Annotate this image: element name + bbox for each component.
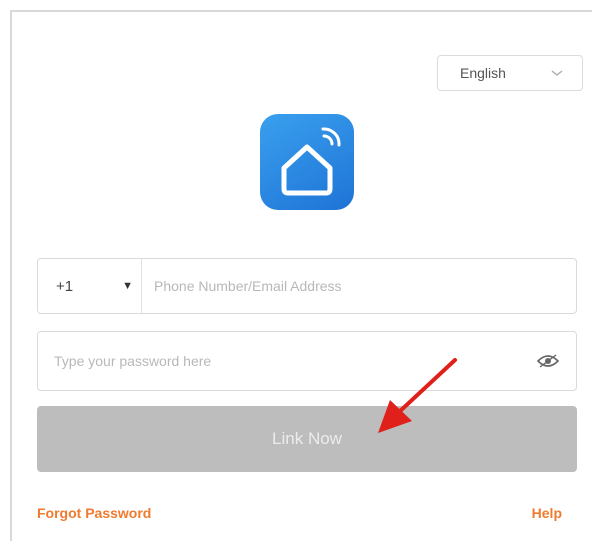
account-field: +1 ▼	[37, 258, 577, 314]
app-logo	[260, 114, 354, 210]
smart-home-icon	[281, 127, 341, 196]
password-field	[37, 331, 577, 391]
help-link[interactable]: Help	[532, 505, 562, 521]
password-input[interactable]	[38, 332, 528, 390]
caret-down-icon: ▼	[122, 280, 133, 292]
forgot-password-link[interactable]: Forgot Password	[37, 505, 151, 521]
chevron-down-icon	[551, 70, 563, 76]
country-code-value: +1	[56, 277, 74, 295]
eye-icon[interactable]	[528, 354, 568, 368]
language-select[interactable]: English	[437, 55, 583, 91]
country-code-select[interactable]: +1 ▼	[38, 259, 142, 313]
language-value: English	[460, 65, 506, 81]
account-input[interactable]	[142, 259, 576, 313]
link-now-button[interactable]: Link Now	[37, 406, 577, 472]
